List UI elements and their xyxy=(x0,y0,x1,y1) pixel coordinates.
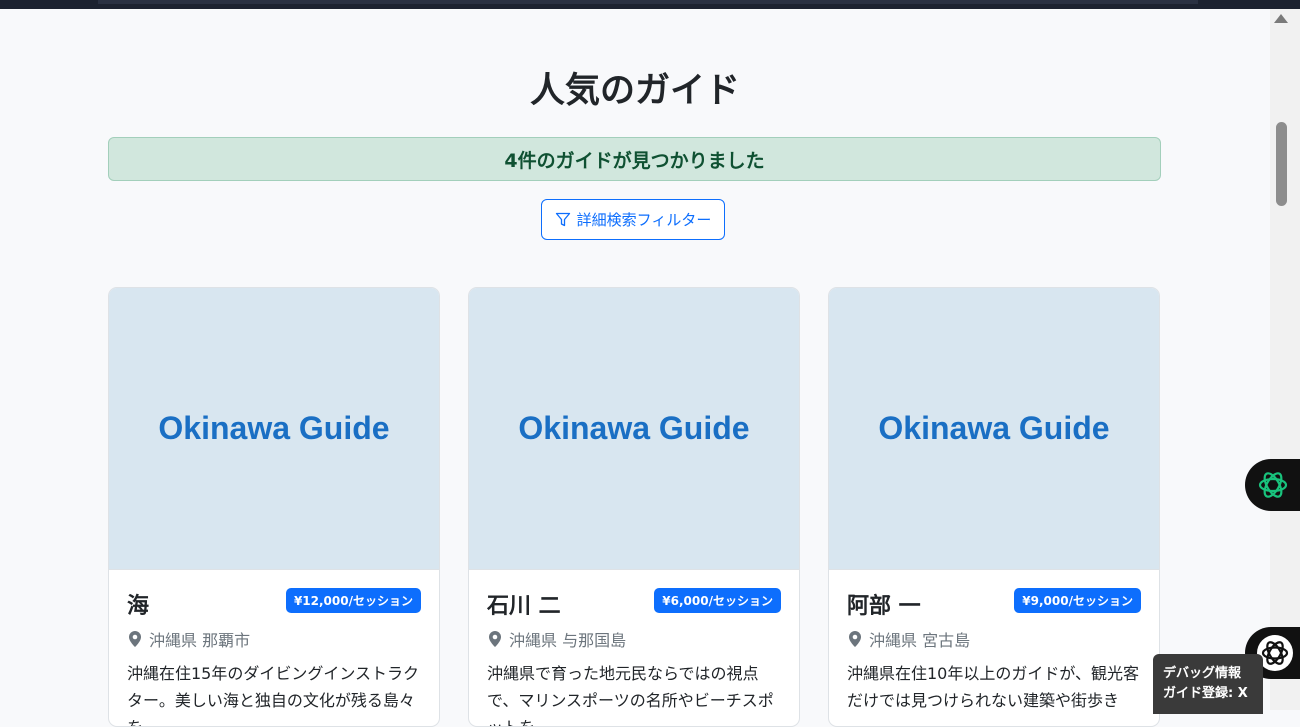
scrollbar-thumb[interactable] xyxy=(1276,122,1287,206)
guide-image-text: Okinawa Guide xyxy=(518,410,750,446)
guide-image-text: Okinawa Guide xyxy=(878,410,1110,446)
guide-name: 石川 二 xyxy=(487,594,561,619)
guide-card[interactable]: Okinawa Guide 阿部 一 ¥9,000/セッション 沖縄県 宮古島 … xyxy=(828,287,1160,727)
guide-name: 海 xyxy=(127,594,150,619)
browser-top-bar xyxy=(0,0,1300,9)
guide-location: 沖縄県 与那国島 xyxy=(487,627,626,651)
debug-panel: デバッグ情報 ガイド登録: X xyxy=(1153,654,1263,714)
guide-description: 沖縄県在住10年以上のガイドが、観光客だけでは見つけられない建築や街歩き xyxy=(847,664,1140,710)
guide-description: 沖縄県で育った地元民ならではの視点で、マリンスポーツの名所やビーチスポットを xyxy=(487,664,774,726)
guide-location-text: 沖縄県 那覇市 xyxy=(149,631,251,650)
guide-image-text: Okinawa Guide xyxy=(158,410,390,446)
guide-image: Okinawa Guide xyxy=(829,288,1159,570)
guide-description: 沖縄在住15年のダイビングインストラクター。美しい海と独自の文化が残る島々を xyxy=(127,664,420,726)
assistant-button[interactable] xyxy=(1245,459,1300,511)
debug-line: ガイド登録: X xyxy=(1163,686,1248,701)
debug-title: デバッグ情報 xyxy=(1163,666,1242,681)
guide-location: 沖縄県 那覇市 xyxy=(127,627,250,651)
openai-icon xyxy=(1258,472,1288,498)
price-badge: ¥12,000/セッション xyxy=(285,588,421,613)
map-pin-icon xyxy=(129,631,141,647)
advanced-filter-button[interactable]: 詳細検索フィルター xyxy=(541,199,725,240)
page-scrollbar[interactable] xyxy=(1270,9,1300,710)
guide-location-text: 沖縄県 宮古島 xyxy=(869,631,971,650)
map-pin-icon xyxy=(849,631,861,647)
price-badge: ¥6,000/セッション xyxy=(654,588,781,613)
advanced-filter-label: 詳細検索フィルター xyxy=(576,211,712,229)
guide-card[interactable]: Okinawa Guide 石川 二 ¥6,000/セッション 沖縄県 与那国島… xyxy=(468,287,800,727)
scroll-up-arrow-icon[interactable] xyxy=(1274,14,1288,23)
top-bar-inner xyxy=(98,0,1198,4)
guide-image: Okinawa Guide xyxy=(469,288,799,570)
guide-card[interactable]: Okinawa Guide 海 ¥12,000/セッション 沖縄県 那覇市 沖縄… xyxy=(108,287,440,727)
guide-location-text: 沖縄県 与那国島 xyxy=(509,631,627,650)
results-alert-text: 4件のガイドが見つかりました xyxy=(504,149,765,172)
price-badge: ¥9,000/セッション xyxy=(1014,588,1141,613)
map-pin-icon xyxy=(489,631,501,647)
guide-image: Okinawa Guide xyxy=(109,288,439,570)
guide-location: 沖縄県 宮古島 xyxy=(847,627,970,651)
results-alert: 4件のガイドが見つかりました xyxy=(108,137,1161,181)
filter-icon xyxy=(555,212,570,226)
guide-name: 阿部 一 xyxy=(847,594,921,619)
page-title: 人気のガイド xyxy=(529,71,740,111)
